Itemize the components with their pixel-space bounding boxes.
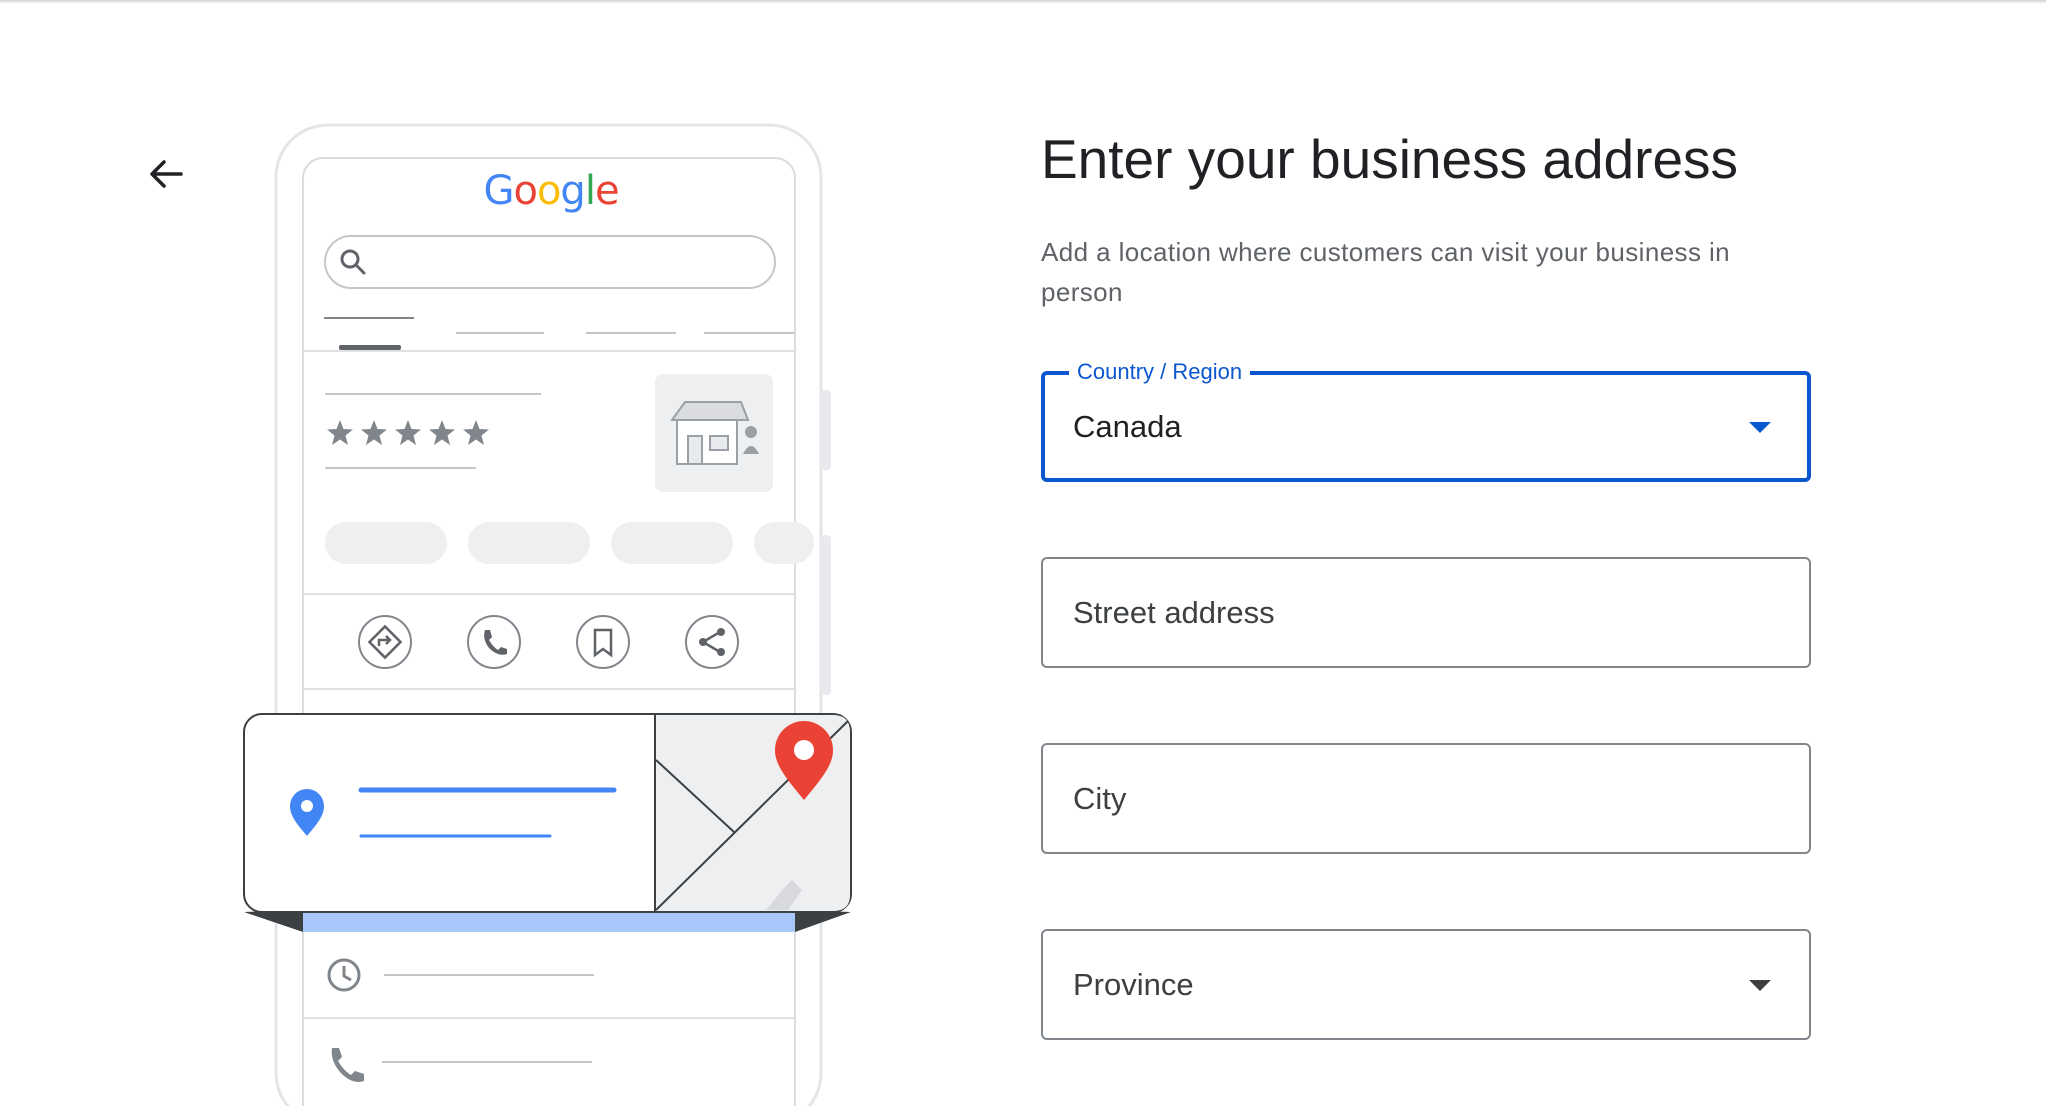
province-select[interactable]: Province	[1041, 929, 1811, 1040]
arrow-back-icon	[150, 160, 183, 188]
dropdown-caret-icon	[1749, 979, 1771, 991]
logo-letter: l	[584, 168, 596, 214]
city-field[interactable]: City	[1041, 743, 1811, 854]
logo-letter: o	[536, 168, 562, 214]
street-address-placeholder: Street address	[1073, 594, 1275, 630]
business-profile-illustration: Google	[236, 120, 866, 1106]
logo-letter: G	[483, 168, 514, 214]
dropdown-caret-icon	[1749, 421, 1771, 433]
logo-letter: g	[560, 168, 585, 214]
top-shadow	[0, 0, 2046, 4]
street-address-field[interactable]: Street address	[1041, 557, 1811, 668]
address-form: Enter your business address Add a locati…	[1041, 120, 1811, 1040]
logo-letter: e	[594, 168, 620, 214]
search-bar	[324, 235, 776, 289]
phone-icon	[467, 615, 521, 669]
phone-button	[821, 535, 831, 695]
page-subtitle: Add a location where customers can visit…	[1041, 237, 1731, 307]
bookmark-icon	[576, 615, 630, 669]
back-button[interactable]	[138, 146, 194, 202]
country-region-select[interactable]: Country / Region Canada	[1041, 358, 1811, 482]
share-icon	[685, 615, 739, 669]
phone-button	[821, 390, 831, 470]
country-region-value: Canada	[1073, 408, 1182, 444]
city-placeholder: City	[1073, 780, 1127, 816]
directions-icon	[358, 615, 412, 669]
province-placeholder: Province	[1073, 966, 1194, 1002]
google-logo: Google	[236, 168, 866, 214]
location-card	[243, 713, 852, 913]
page-title: Enter your business address	[1041, 128, 1739, 190]
logo-letter: o	[513, 168, 538, 214]
